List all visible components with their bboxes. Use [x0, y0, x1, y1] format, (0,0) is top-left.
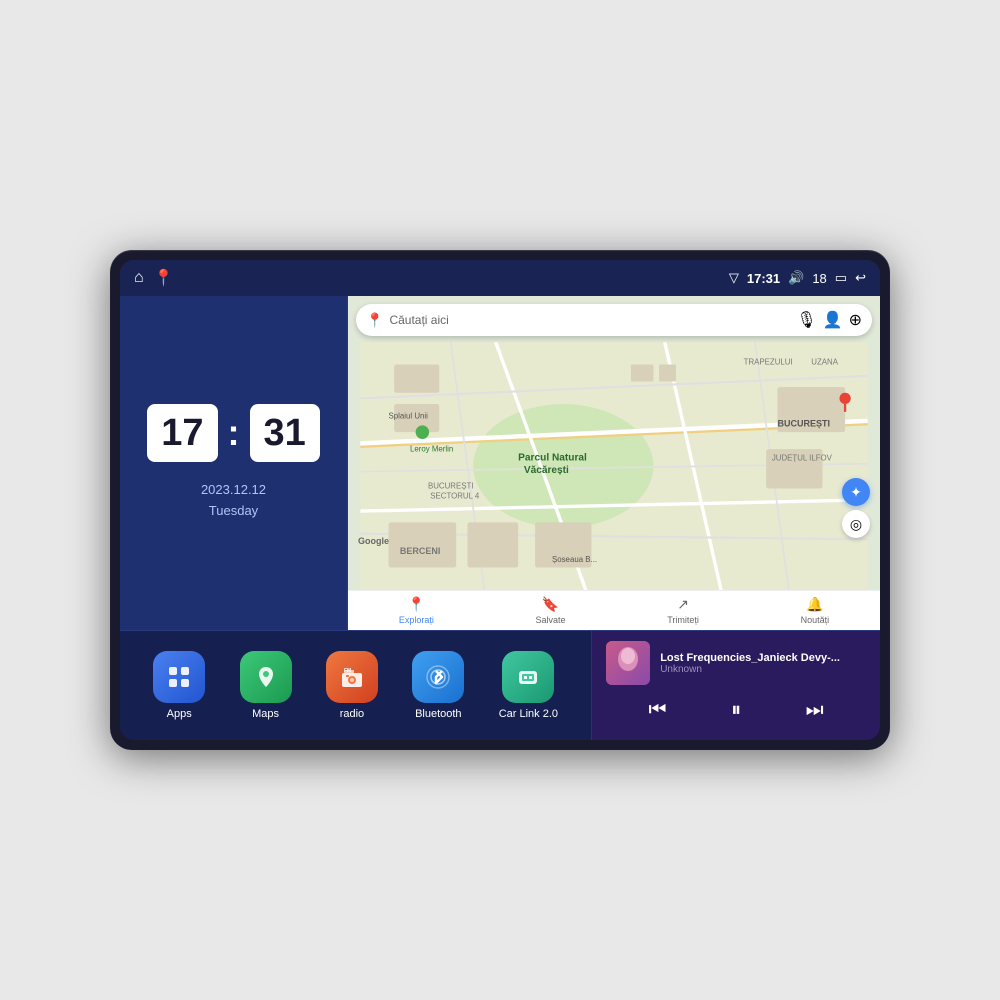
svg-text:Splaiul Unii: Splaiul Unii — [389, 412, 429, 421]
clock-minutes: 31 — [250, 404, 320, 462]
radio-label: radio — [340, 708, 364, 720]
map-search-text[interactable]: Căutați aici — [389, 313, 790, 327]
map-visual: Parcul Natural Văcărești BUCUREȘTI JUDEȚ… — [348, 342, 880, 590]
navigation-button[interactable]: ✦ — [842, 478, 870, 506]
map-nav-send[interactable]: ↗ Trimiteți — [667, 596, 699, 625]
carlink-label: Car Link 2.0 — [499, 708, 558, 720]
status-right: ▽ 17:31 🔊 18 ▭ ↩ — [729, 270, 866, 286]
svg-text:Văcărești: Văcărești — [524, 465, 569, 476]
compass-button[interactable]: ◎ — [842, 510, 870, 538]
map-container[interactable]: 📍 Căutați aici 🎙 👤 ⊕ — [348, 296, 880, 630]
volume-icon: 🔊 — [788, 270, 804, 286]
app-icons-row: Apps Maps — [120, 631, 591, 740]
carlink-icon — [502, 651, 554, 703]
battery-level: 18 — [812, 271, 826, 286]
explore-label: Explorați — [399, 615, 434, 625]
clock-hours: 17 — [147, 404, 217, 462]
saved-label: Salvate — [536, 615, 566, 625]
bluetooth-icon — [412, 651, 464, 703]
map-nav-explore[interactable]: 📍 Explorați — [399, 596, 434, 625]
music-title: Lost Frequencies_Janieck Devy-... — [660, 652, 866, 664]
svg-text:Parcul Natural: Parcul Natural — [518, 452, 587, 463]
music-controls: ⏮ ⏸ ⏭ — [606, 695, 866, 726]
app-icon-maps[interactable]: Maps — [240, 651, 292, 720]
clock-display: 17 : 31 — [147, 404, 320, 462]
music-info-row: Lost Frequencies_Janieck Devy-... Unknow… — [606, 641, 866, 685]
app-icon-radio[interactable]: FM radio — [326, 651, 378, 720]
svg-text:SECTORUL 4: SECTORUL 4 — [430, 492, 480, 501]
music-thumbnail — [606, 641, 650, 685]
maps-icon — [240, 651, 292, 703]
news-label: Noutăți — [801, 615, 830, 625]
play-pause-button[interactable]: ⏸ — [721, 695, 751, 726]
status-left: ⌂ 📍 — [134, 268, 174, 288]
account-icon[interactable]: 👤 — [823, 310, 843, 330]
next-button[interactable]: ⏭ — [796, 695, 834, 726]
map-pin-icon: 📍 — [366, 312, 383, 329]
svg-text:BUCUREȘTI: BUCUREȘTI — [428, 482, 474, 491]
layers-icon[interactable]: ⊕ — [849, 310, 862, 330]
apps-label: Apps — [167, 708, 192, 720]
svg-text:JUDEȚUL ILFOV: JUDEȚUL ILFOV — [772, 453, 833, 462]
app-icon-carlink[interactable]: Car Link 2.0 — [499, 651, 558, 720]
google-logo: Google — [358, 536, 389, 546]
news-icon: 🔔 — [806, 596, 823, 613]
prev-button[interactable]: ⏮ — [638, 695, 676, 726]
send-icon: ↗ — [677, 596, 689, 613]
svg-text:TRAPEZULUI: TRAPEZULUI — [744, 358, 793, 367]
apps-icon — [153, 651, 205, 703]
explore-icon: 📍 — [408, 596, 425, 613]
clock-panel: 17 : 31 2023.12.12 Tuesday — [120, 296, 348, 630]
battery-icon: ▭ — [835, 270, 847, 286]
car-display-device: ⌂ 📍 ▽ 17:31 🔊 18 ▭ ↩ 17 : 31 — [110, 250, 890, 750]
mic-icon[interactable]: 🎙 — [796, 310, 816, 330]
app-icon-bluetooth[interactable]: Bluetooth — [412, 651, 464, 720]
date-display: 2023.12.12 Tuesday — [201, 480, 266, 522]
radio-icon: FM — [326, 651, 378, 703]
map-search-icons: 🎙 👤 ⊕ — [796, 310, 862, 330]
bottom-bar: Apps Maps — [120, 630, 880, 740]
svg-text:Leroy Merlin: Leroy Merlin — [410, 444, 453, 453]
music-player: Lost Frequencies_Janieck Devy-... Unknow… — [591, 631, 880, 740]
saved-icon: 🔖 — [542, 596, 559, 613]
svg-text:BUCUREȘTI: BUCUREȘTI — [777, 419, 830, 429]
music-artist: Unknown — [660, 664, 866, 675]
map-nav-news[interactable]: 🔔 Noutăți — [801, 596, 830, 625]
svg-text:FM: FM — [344, 668, 351, 674]
svg-text:Șoseaua B...: Șoseaua B... — [552, 555, 597, 564]
map-panel[interactable]: 📍 Căutați aici 🎙 👤 ⊕ — [348, 296, 880, 630]
status-bar: ⌂ 📍 ▽ 17:31 🔊 18 ▭ ↩ — [120, 260, 880, 296]
send-label: Trimiteți — [667, 615, 699, 625]
day-text: Tuesday — [201, 501, 266, 522]
music-text: Lost Frequencies_Janieck Devy-... Unknow… — [660, 652, 866, 675]
app-icon-apps[interactable]: Apps — [153, 651, 205, 720]
main-content: 17 : 31 2023.12.12 Tuesday 📍 Căutați aic… — [120, 296, 880, 630]
svg-text:BERCENI: BERCENI — [400, 546, 441, 556]
back-icon[interactable]: ↩ — [855, 270, 866, 286]
map-search-bar[interactable]: 📍 Căutați aici 🎙 👤 ⊕ — [356, 304, 872, 336]
home-icon[interactable]: ⌂ — [134, 269, 144, 287]
bluetooth-label: Bluetooth — [415, 708, 461, 720]
svg-text:UZANA: UZANA — [811, 358, 838, 367]
map-bottom-bar: 📍 Explorați 🔖 Salvate ↗ Trimiteți 🔔 — [348, 590, 880, 630]
maps-label: Maps — [252, 708, 279, 720]
date-text: 2023.12.12 — [201, 480, 266, 501]
screen: ⌂ 📍 ▽ 17:31 🔊 18 ▭ ↩ 17 : 31 — [120, 260, 880, 740]
map-nav-saved[interactable]: 🔖 Salvate — [536, 596, 566, 625]
status-time: 17:31 — [747, 271, 780, 286]
signal-icon: ▽ — [729, 270, 739, 286]
clock-colon: : — [228, 412, 240, 454]
maps-shortcut-icon[interactable]: 📍 — [154, 268, 174, 288]
